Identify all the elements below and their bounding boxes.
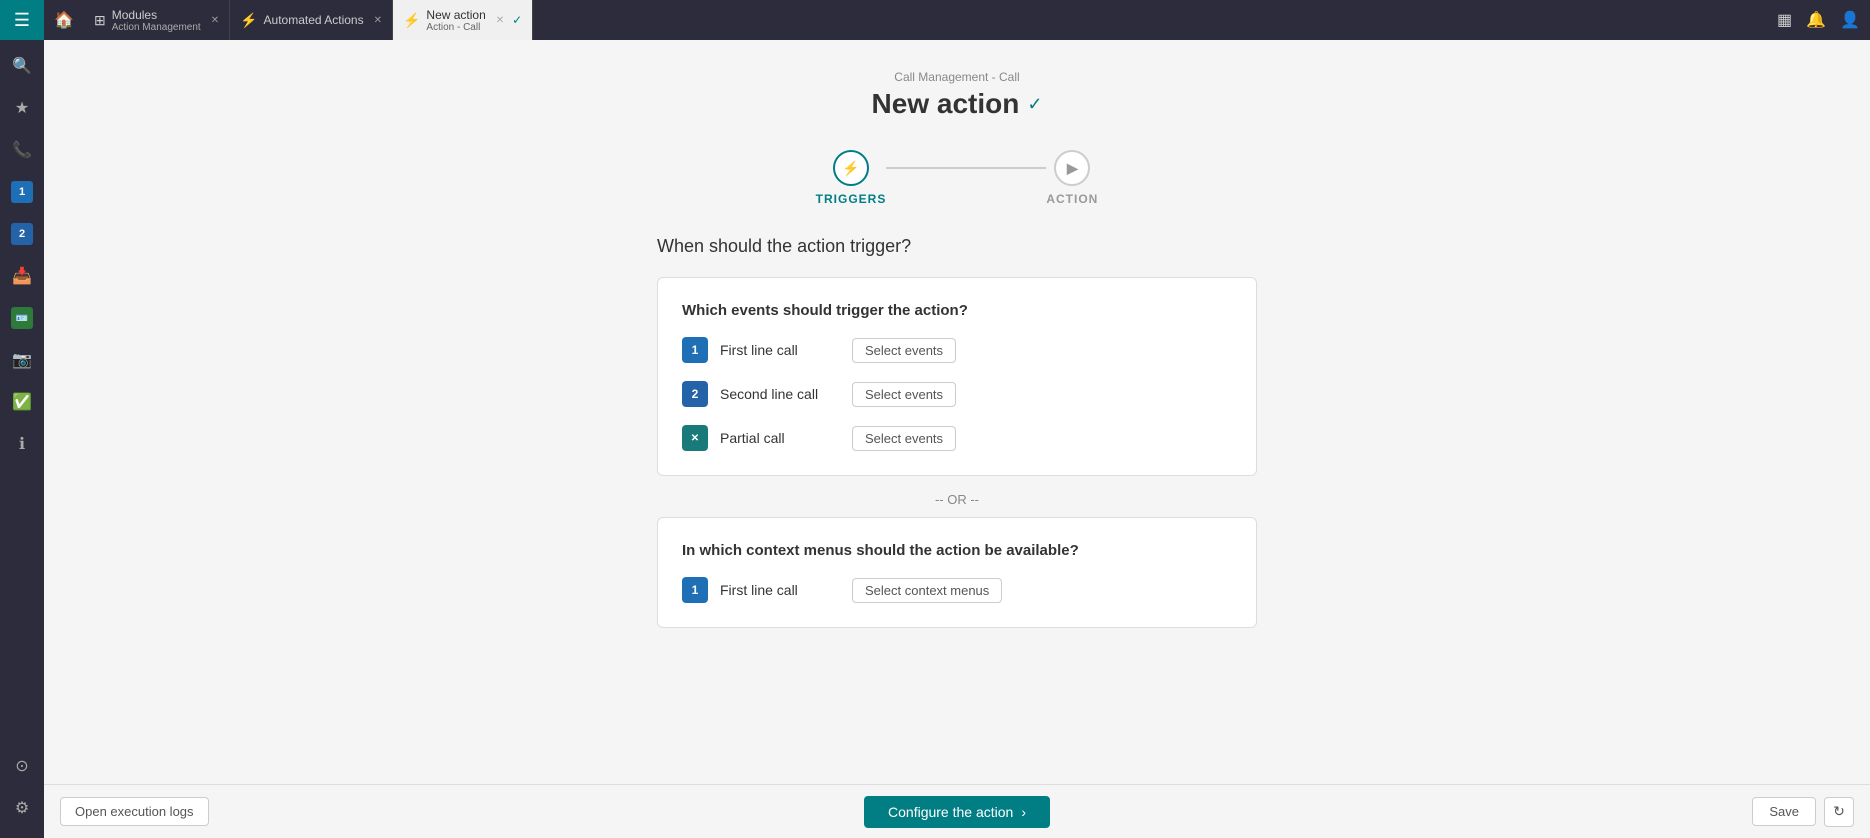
expand-icon: ⊙ (15, 756, 28, 776)
first-line-icon: 1 (682, 337, 708, 363)
badge-green-icon: 🪪 (11, 307, 33, 329)
bottom-bar: Open execution logs Configure the action… (44, 784, 1870, 838)
content-area: Call Management - Call New action ✓ ⚡ TR… (44, 40, 1870, 838)
ctx-first-line-icon: 1 (682, 577, 708, 603)
page-content: Call Management - Call New action ✓ ⚡ TR… (44, 40, 1870, 784)
menu-button[interactable]: ☰ (0, 0, 44, 40)
bottom-right: Save ↻ (1752, 797, 1854, 827)
context-card-title: In which context menus should the action… (682, 542, 1232, 559)
sidebar-item-approval[interactable]: ✅ (2, 382, 42, 422)
configure-action-label: Configure the action (888, 804, 1013, 820)
step-triggers-circle: ⚡ (833, 150, 869, 186)
camera-icon: 📷 (12, 350, 32, 370)
step-triggers[interactable]: ⚡ TRIGGERS (816, 150, 887, 206)
star-icon: ★ (15, 98, 29, 118)
partial-call-icon: ✕ (682, 425, 708, 451)
or-divider: -- OR -- (657, 492, 1257, 507)
sidebar-bottom: ⊙ ⚙ (2, 746, 42, 838)
sidebar-item-badge2[interactable]: 2 (2, 214, 42, 254)
badge1-icon: 1 (11, 181, 33, 203)
automated-actions-icon: ⚡ (240, 12, 257, 29)
sidebar-item-inbox[interactable]: 📥 (2, 256, 42, 296)
second-line-select-events-button[interactable]: Select events (852, 382, 956, 407)
bell-icon[interactable]: 🔔 (1806, 10, 1826, 30)
lightning-icon: ⚡ (842, 160, 859, 177)
tab-automated-actions-close[interactable]: ✕ (374, 15, 382, 26)
stepper: ⚡ TRIGGERS ▶ ACTION (816, 150, 1099, 206)
new-action-icon: ⚡ (403, 12, 420, 29)
breadcrumb: Call Management - Call (894, 70, 1019, 84)
search-icon: 🔍 (12, 56, 32, 76)
sidebar-item-badge1[interactable]: 1 (2, 172, 42, 212)
events-card-title: Which events should trigger the action? (682, 302, 1232, 319)
page-title: New action (872, 88, 1020, 120)
tab-new-action-label: New action (426, 8, 485, 22)
events-card: Which events should trigger the action? … (657, 277, 1257, 476)
play-icon: ▶ (1067, 160, 1078, 177)
refresh-button[interactable]: ↻ (1824, 797, 1854, 827)
step-action-circle: ▶ (1054, 150, 1090, 186)
sidebar-item-badge-green[interactable]: 🪪 (2, 298, 42, 338)
step-action-label: ACTION (1046, 192, 1098, 206)
configure-action-button[interactable]: Configure the action › (864, 796, 1050, 828)
page-title-row: New action ✓ (872, 88, 1043, 120)
context-card: In which context menus should the action… (657, 517, 1257, 628)
sidebar-item-camera[interactable]: 📷 (2, 340, 42, 380)
grid-icon[interactable]: ▦ (1777, 10, 1792, 30)
section-title: When should the action trigger? (657, 236, 1257, 257)
info-icon: ℹ (19, 434, 25, 454)
settings-icon: ⚙ (15, 798, 29, 818)
sidebar-item-expand[interactable]: ⊙ (2, 746, 42, 786)
event-row-first-line: 1 First line call Select events (682, 337, 1232, 363)
ctx-first-line-label: First line call (720, 582, 840, 598)
approval-icon: ✅ (12, 392, 32, 412)
phone-icon: 📞 (12, 140, 32, 160)
ctx-first-line-select-button[interactable]: Select context menus (852, 578, 1002, 603)
step-triggers-label: TRIGGERS (816, 192, 887, 206)
modules-icon: ⊞ (94, 12, 106, 29)
sidebar-item-info[interactable]: ℹ (2, 424, 42, 464)
sidebar-item-settings[interactable]: ⚙ (2, 788, 42, 828)
open-execution-logs-button[interactable]: Open execution logs (60, 797, 209, 826)
tab-new-action-close[interactable]: ✕ (496, 15, 504, 26)
tab-automated-actions[interactable]: ⚡ Automated Actions ✕ (230, 0, 393, 40)
hamburger-icon: ☰ (14, 10, 30, 31)
second-line-icon: 2 (682, 381, 708, 407)
topbar: ☰ 🏠 ⊞ Modules Action Management ✕ ⚡ Auto… (0, 0, 1870, 40)
tab-bar: ⊞ Modules Action Management ✕ ⚡ Automate… (84, 0, 1777, 40)
context-row-first-line: 1 First line call Select context menus (682, 577, 1232, 603)
tab-modules[interactable]: ⊞ Modules Action Management ✕ (84, 0, 230, 40)
main-layout: 🔍 ★ 📞 1 2 📥 🪪 📷 ✅ ℹ ⊙ (0, 40, 1870, 838)
badge2-icon: 2 (11, 223, 33, 245)
inbox-icon: 📥 (12, 266, 32, 286)
save-button[interactable]: Save (1752, 797, 1816, 826)
step-connector (886, 167, 1046, 169)
tab-modules-label: Modules (112, 8, 201, 22)
tab-new-action[interactable]: ⚡ New action Action - Call ✕ ✓ (393, 0, 533, 40)
step-action[interactable]: ▶ ACTION (1046, 150, 1098, 206)
tab-automated-actions-label: Automated Actions (264, 13, 364, 27)
refresh-icon: ↻ (1833, 803, 1845, 820)
tab-modules-sublabel: Action Management (112, 22, 201, 33)
event-row-second-line: 2 Second line call Select events (682, 381, 1232, 407)
sidebar-item-favorites[interactable]: ★ (2, 88, 42, 128)
configure-action-arrow: › (1021, 804, 1026, 820)
sidebar-item-search[interactable]: 🔍 (2, 46, 42, 86)
verified-icon: ✓ (1027, 94, 1042, 115)
partial-call-select-events-button[interactable]: Select events (852, 426, 956, 451)
tab-new-action-check: ✓ (512, 13, 522, 27)
tab-new-action-sublabel: Action - Call (426, 22, 485, 33)
second-line-label: Second line call (720, 386, 840, 402)
topbar-right: ▦ 🔔 👤 (1777, 10, 1870, 30)
home-button[interactable]: 🏠 (44, 10, 84, 30)
sidebar: 🔍 ★ 📞 1 2 📥 🪪 📷 ✅ ℹ ⊙ (0, 40, 44, 838)
first-line-select-events-button[interactable]: Select events (852, 338, 956, 363)
home-icon: 🏠 (54, 10, 74, 30)
sidebar-item-phone[interactable]: 📞 (2, 130, 42, 170)
partial-call-label: Partial call (720, 430, 840, 446)
event-row-partial: ✕ Partial call Select events (682, 425, 1232, 451)
first-line-label: First line call (720, 342, 840, 358)
tab-modules-close[interactable]: ✕ (211, 15, 219, 26)
user-icon[interactable]: 👤 (1840, 10, 1860, 30)
